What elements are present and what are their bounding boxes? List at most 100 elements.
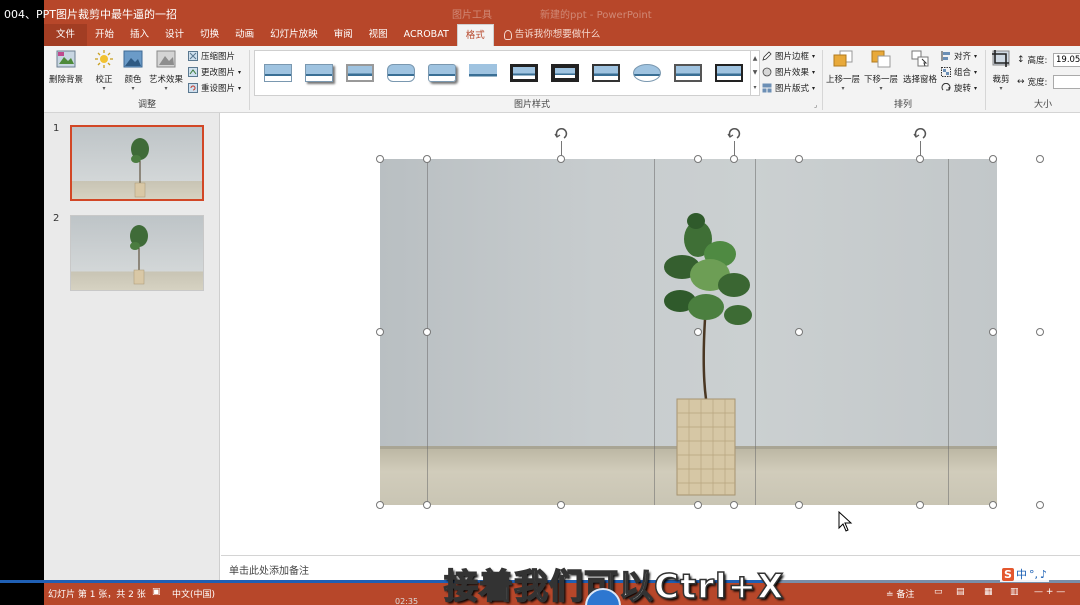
tab-review[interactable]: 审阅 bbox=[326, 24, 361, 46]
lightbulb-icon bbox=[503, 30, 512, 40]
tell-me-box[interactable]: 告诉我你想要做什么 bbox=[494, 24, 600, 46]
resize-handle[interactable] bbox=[694, 328, 702, 336]
slide-sorter-icon[interactable]: ▦ bbox=[984, 587, 993, 597]
pencil-icon bbox=[762, 51, 772, 61]
resize-handle[interactable] bbox=[916, 155, 924, 163]
resize-handle[interactable] bbox=[1036, 501, 1044, 509]
notes-toggle-button[interactable]: ≐ 备注 bbox=[886, 587, 914, 600]
picture-style-option[interactable] bbox=[466, 60, 499, 86]
picture-style-option[interactable] bbox=[425, 60, 458, 86]
tab-view[interactable]: 视图 bbox=[361, 24, 396, 46]
dialog-launcher-icon[interactable]: ⌟ bbox=[814, 101, 817, 109]
picture-style-option[interactable] bbox=[343, 60, 376, 86]
compress-pictures-button[interactable]: 压缩图片 bbox=[188, 50, 235, 62]
gallery-down-icon[interactable]: ▼ bbox=[753, 69, 758, 76]
resize-handle[interactable] bbox=[557, 155, 565, 163]
picture-style-option[interactable] bbox=[548, 60, 581, 86]
picture-style-option[interactable] bbox=[671, 60, 704, 86]
rotate-button[interactable]: 旋转 ▾ bbox=[941, 82, 977, 94]
resize-handle[interactable] bbox=[1036, 155, 1044, 163]
picture-border-button[interactable]: 图片边框 ▾ bbox=[762, 50, 815, 62]
resize-handle[interactable] bbox=[694, 155, 702, 163]
gallery-scroll[interactable]: ▲ ▼ ▾ bbox=[750, 51, 759, 95]
picture-style-option[interactable] bbox=[589, 60, 622, 86]
tab-insert[interactable]: 插入 bbox=[122, 24, 157, 46]
resize-handle[interactable] bbox=[916, 501, 924, 509]
tab-acrobat[interactable]: ACROBAT bbox=[396, 24, 457, 46]
crop-button[interactable]: 裁剪 ▾ bbox=[988, 50, 1014, 92]
resize-handle[interactable] bbox=[557, 501, 565, 509]
picture-style-preview-icon bbox=[550, 64, 579, 82]
resize-handle[interactable] bbox=[376, 155, 384, 163]
resize-handle[interactable] bbox=[423, 328, 431, 336]
corrections-button[interactable]: 校正 ▾ bbox=[90, 50, 118, 92]
change-picture-button[interactable]: 更改图片 ▾ bbox=[188, 66, 241, 78]
resize-handle[interactable] bbox=[989, 155, 997, 163]
gallery-up-icon[interactable]: ▲ bbox=[753, 55, 758, 62]
slide-editing-canvas[interactable] bbox=[221, 113, 1080, 555]
align-button[interactable]: 对齐 ▾ bbox=[941, 50, 977, 62]
tab-slideshow[interactable]: 幻灯片放映 bbox=[262, 24, 326, 46]
resize-handle[interactable] bbox=[423, 155, 431, 163]
ime-language-indicator: 中 bbox=[1015, 568, 1027, 581]
artistic-effects-label: 艺术效果 bbox=[148, 75, 183, 85]
resize-handle[interactable] bbox=[795, 328, 803, 336]
color-button[interactable]: 颜色 ▾ bbox=[120, 50, 146, 92]
chevron-down-icon: ▾ bbox=[238, 68, 242, 76]
slide-thumbnail[interactable] bbox=[70, 125, 204, 201]
resize-handle[interactable] bbox=[376, 328, 384, 336]
resize-handle[interactable] bbox=[795, 155, 803, 163]
rotate-handle-icon[interactable] bbox=[913, 127, 927, 141]
comments-icon[interactable]: ▭ bbox=[934, 587, 943, 597]
picture-style-option[interactable] bbox=[384, 60, 417, 86]
resize-handle[interactable] bbox=[730, 501, 738, 509]
gallery-more-icon[interactable]: ▾ bbox=[753, 84, 756, 91]
picture-layout-label: 图片版式 bbox=[775, 84, 810, 94]
height-icon: ↕ bbox=[1017, 55, 1025, 65]
tab-design[interactable]: 设计 bbox=[157, 24, 192, 46]
tab-format[interactable]: 格式 bbox=[456, 24, 494, 46]
reading-view-icon[interactable]: ▥ bbox=[1010, 587, 1019, 597]
resize-handle[interactable] bbox=[423, 501, 431, 509]
picture-style-option[interactable] bbox=[630, 60, 663, 86]
picture-style-option[interactable] bbox=[712, 60, 745, 86]
artistic-effects-button[interactable]: 艺术效果 ▾ bbox=[148, 50, 184, 92]
picture-effects-button[interactable]: 图片效果 ▾ bbox=[762, 66, 815, 78]
tab-file[interactable]: 文件 bbox=[44, 24, 88, 46]
height-input[interactable]: 19.05 bbox=[1053, 53, 1080, 67]
picture-style-option[interactable] bbox=[302, 60, 335, 86]
group-objects-button[interactable]: 组合 ▾ bbox=[941, 66, 977, 78]
resize-handle[interactable] bbox=[694, 501, 702, 509]
resize-handle[interactable] bbox=[795, 501, 803, 509]
corrections-label: 校正 bbox=[95, 75, 113, 85]
ime-mic-icon: ♪ bbox=[1039, 567, 1047, 581]
width-input[interactable] bbox=[1053, 75, 1080, 89]
resize-handle[interactable] bbox=[376, 501, 384, 509]
zoom-slider[interactable]: — + — bbox=[1034, 587, 1065, 597]
resize-handle[interactable] bbox=[1036, 328, 1044, 336]
picture-style-option[interactable] bbox=[507, 60, 540, 86]
send-backward-button[interactable]: 下移一层 ▾ bbox=[863, 50, 899, 92]
selected-picture[interactable] bbox=[380, 159, 997, 505]
reset-picture-button[interactable]: 重设图片 ▾ bbox=[188, 82, 241, 94]
picture-style-option[interactable] bbox=[261, 60, 294, 86]
language-status[interactable]: 中文(中国) bbox=[172, 587, 215, 600]
tab-home[interactable]: 开始 bbox=[87, 24, 122, 46]
resize-handle[interactable] bbox=[730, 155, 738, 163]
remove-background-button[interactable]: 删除背景 bbox=[48, 50, 84, 85]
rotate-handle-icon[interactable] bbox=[554, 127, 568, 141]
tab-transitions[interactable]: 切换 bbox=[192, 24, 227, 46]
normal-view-icon[interactable]: ▤ bbox=[956, 587, 965, 597]
slide-thumbnail[interactable] bbox=[70, 215, 204, 291]
tab-animations[interactable]: 动画 bbox=[227, 24, 262, 46]
rotate-handle-icon[interactable] bbox=[727, 127, 741, 141]
selection-pane-button[interactable]: 选择窗格 bbox=[901, 50, 939, 85]
resize-handle[interactable] bbox=[989, 501, 997, 509]
group-divider bbox=[249, 50, 250, 110]
spell-check-icon[interactable]: ▣ bbox=[152, 587, 161, 597]
chevron-down-icon: ▾ bbox=[974, 52, 978, 60]
bring-forward-button[interactable]: 上移一层 ▾ bbox=[825, 50, 861, 92]
picture-layout-button[interactable]: 图片版式 ▾ bbox=[762, 82, 815, 94]
ime-toolbar[interactable]: S 中 °, ♪ bbox=[1000, 566, 1049, 582]
resize-handle[interactable] bbox=[989, 328, 997, 336]
